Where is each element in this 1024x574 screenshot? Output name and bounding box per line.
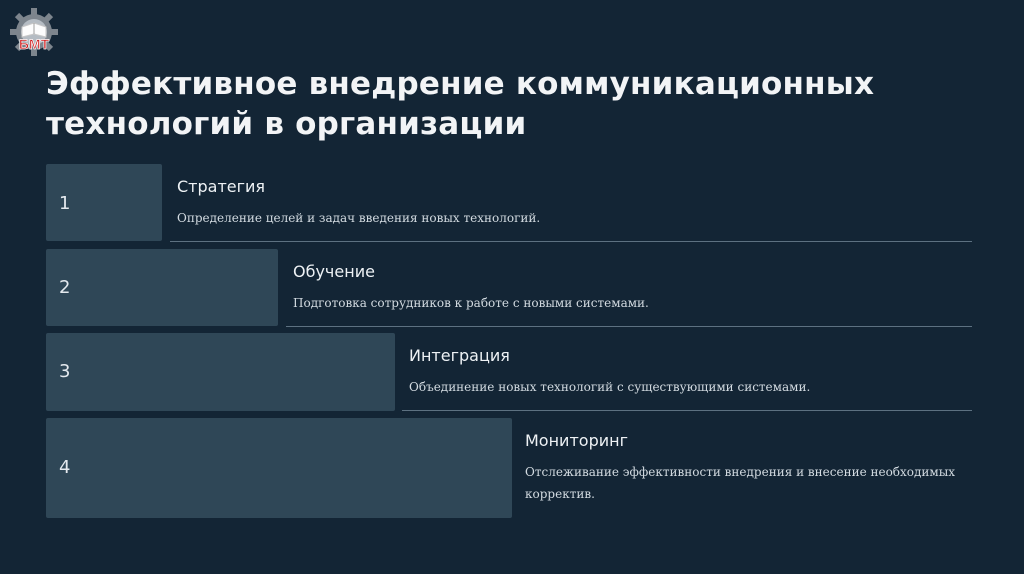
- step-1-description: Определение целей и задач введения новых…: [177, 211, 541, 225]
- step-2-title: Обучение: [293, 262, 375, 281]
- step-2-divider: [286, 326, 972, 327]
- step-2-content: Обучение Подготовка сотрудников к работе…: [286, 249, 972, 327]
- step-1-content: Стратегия Определение целей и задач введ…: [170, 164, 972, 242]
- step-4-title: Мониторинг: [525, 431, 628, 450]
- step-3-content: Интеграция Объединение новых технологий …: [402, 333, 972, 411]
- company-logo: БМТ: [8, 6, 60, 58]
- page-title: Эффективное внедрение коммуникационных т…: [46, 66, 875, 142]
- step-4-content: Мониторинг Отслеживание эффективности вн…: [518, 418, 972, 518]
- step-2-description: Подготовка сотрудников к работе с новыми…: [293, 296, 649, 310]
- gear-logo-icon: БМТ: [10, 8, 58, 56]
- step-4-description: Отслеживание эффективности внедрения и в…: [525, 465, 956, 501]
- step-1-divider: [170, 241, 972, 242]
- step-3-description: Объединение новых технологий с существую…: [409, 380, 811, 394]
- step-3-box: 3: [46, 333, 395, 411]
- svg-text:БМТ: БМТ: [19, 36, 50, 52]
- step-3-title: Интеграция: [409, 346, 510, 365]
- step-4-box: 4: [46, 418, 512, 518]
- step-2-box: 2: [46, 249, 278, 326]
- step-4-number: 4: [59, 457, 71, 478]
- step-3-number: 3: [59, 361, 71, 382]
- step-1-box: 1: [46, 164, 162, 241]
- step-3-divider: [402, 410, 972, 411]
- step-1-title: Стратегия: [177, 177, 266, 196]
- step-1-number: 1: [59, 193, 71, 214]
- step-2-number: 2: [59, 277, 71, 298]
